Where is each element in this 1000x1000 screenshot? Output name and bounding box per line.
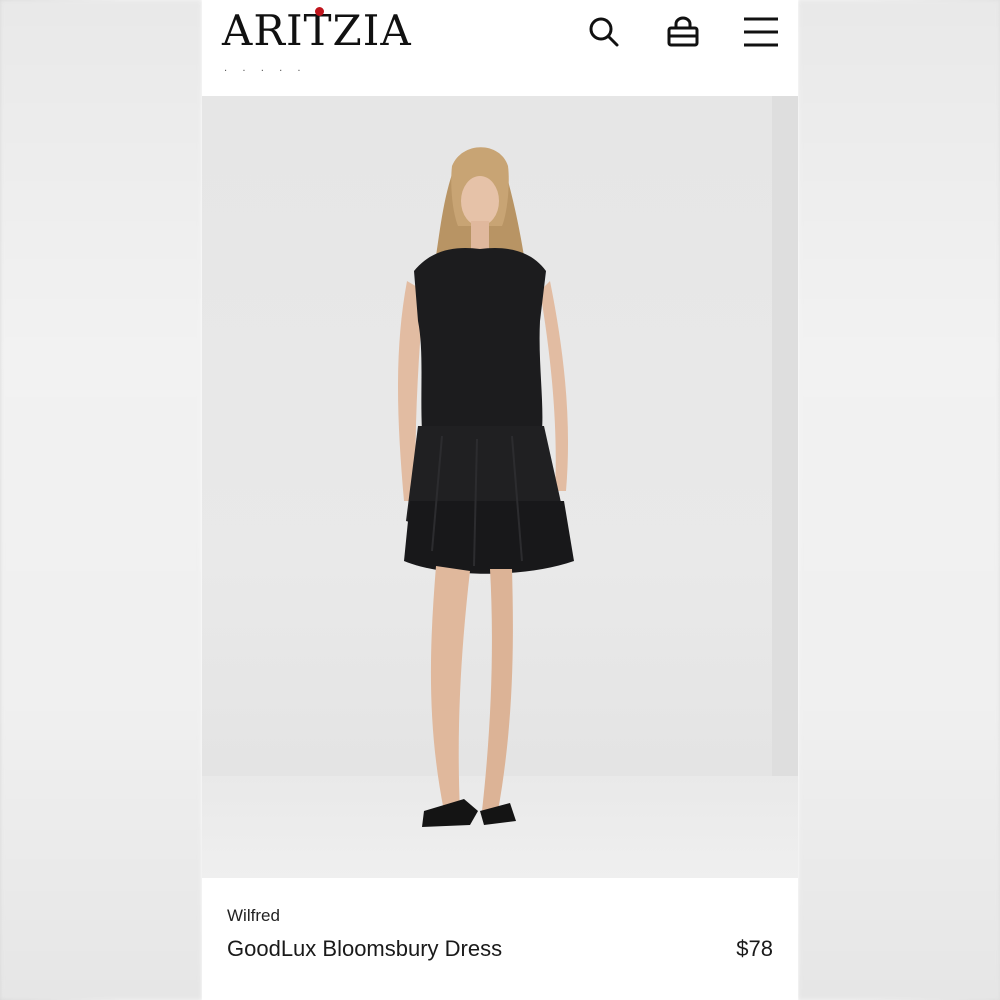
- product-info-panel: Wilfred GoodLux Bloomsbury Dress $78: [202, 878, 798, 1000]
- left-blur-backdrop: [0, 0, 202, 1000]
- image-edge-strip: [772, 96, 798, 878]
- product-name[interactable]: GoodLux Bloomsbury Dress: [227, 936, 502, 962]
- right-blur-backdrop: [798, 0, 1000, 1000]
- product-brand[interactable]: Wilfred: [227, 906, 280, 926]
- shopping-bag-button[interactable]: [665, 14, 701, 50]
- product-card-screen: ARITZIA · · · · · Wilfred GoodLux Blooms…: [202, 0, 798, 1000]
- shopping-bag-icon: [667, 16, 699, 47]
- logo-accent-mark: [315, 7, 324, 16]
- truncated-subnav-dots: · · · · ·: [224, 66, 307, 77]
- site-header: ARITZIA · · · · ·: [202, 0, 798, 96]
- search-button[interactable]: [586, 14, 622, 50]
- hamburger-menu-icon: [744, 17, 778, 47]
- product-image[interactable]: [202, 96, 798, 878]
- screenshot-stage: ARITZIA · · · · · Wilfred GoodLux Blooms…: [0, 0, 1000, 1000]
- product-price: $78: [736, 936, 773, 961]
- search-icon: [589, 17, 619, 47]
- menu-button[interactable]: [742, 14, 778, 50]
- model-wearing-dress-illustration: [398, 147, 574, 827]
